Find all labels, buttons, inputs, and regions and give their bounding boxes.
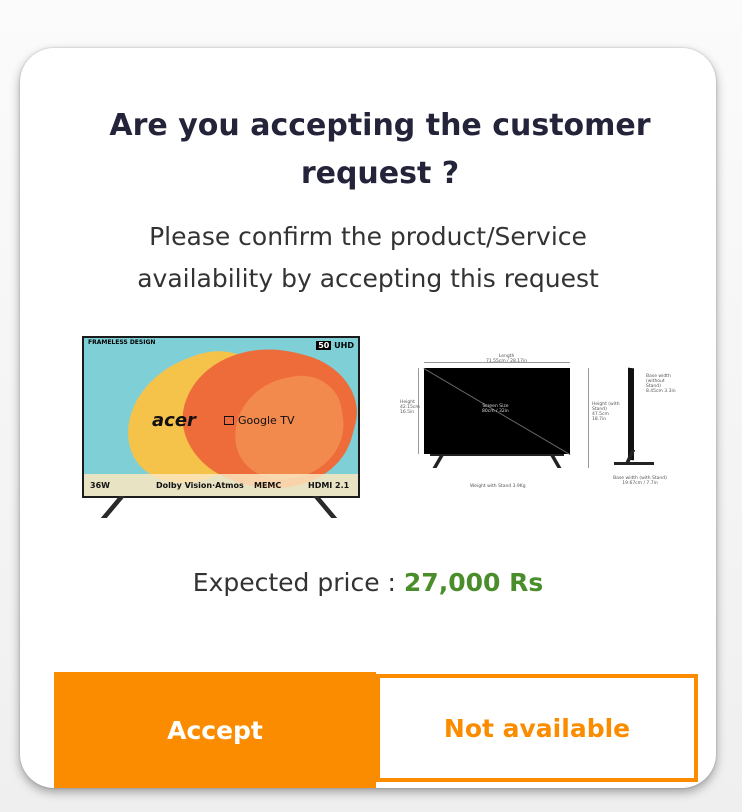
dimension-line xyxy=(424,362,570,363)
tv-side-stand xyxy=(614,462,654,465)
confirm-request-dialog: Are you accepting the customer request ?… xyxy=(20,48,716,788)
base-width-label: Base width (without Stand) 8.45cm 3.3in xyxy=(646,374,676,394)
tv-leg xyxy=(550,456,562,468)
tv-leg xyxy=(432,456,444,468)
feature-item: HDMI 2.1 xyxy=(308,481,350,490)
tv-base xyxy=(430,454,564,456)
feature-item: 36W xyxy=(90,481,110,490)
expected-price: Expected price : 27,000 Rs xyxy=(20,568,716,597)
height-with-stand-label: Height (with Stand) 47.5cm 18.7in xyxy=(592,402,620,422)
tv-stand-left xyxy=(100,496,126,518)
tv-icon xyxy=(224,416,234,425)
tv-side-silhouette xyxy=(628,367,634,461)
price-value: 27,000 Rs xyxy=(403,568,544,597)
dimension-line xyxy=(588,368,589,468)
accept-button[interactable]: Accept xyxy=(54,672,376,788)
product-image-dimensions: Length71.55cm / 28.17in Height42.15cm 16… xyxy=(400,354,680,494)
tv-stand-right xyxy=(312,496,338,518)
dialog-message: Please confirm the product/Service avail… xyxy=(137,222,599,293)
feature-item: Dolby Vision·Atmos xyxy=(156,481,244,490)
frameless-label: FRAMELESS DESIGN xyxy=(88,339,156,346)
height-label: Height 42.15cm 16.5in xyxy=(400,400,420,415)
dialog-title: Are you accepting the customer request ? xyxy=(109,108,651,191)
dimension-line xyxy=(418,368,419,454)
price-label: Expected price : xyxy=(192,568,404,597)
feature-bar: 36W Dolby Vision·Atmos MEMC HDMI 2.1 xyxy=(84,474,358,496)
screen-size-label: Screen Size 80cm / 32in xyxy=(482,404,509,414)
tv-screen: FRAMELESS DESIGN 50 UHD acer Google TV 3… xyxy=(82,336,360,498)
google-tv-logo: Google TV xyxy=(224,414,295,427)
product-image-front: FRAMELESS DESIGN 50 UHD acer Google TV 3… xyxy=(82,336,360,518)
feature-item: MEMC xyxy=(254,481,282,490)
uhd-badge: 50 UHD xyxy=(316,341,354,350)
weight-label: Weight with Stand 3.9Kg xyxy=(470,484,526,489)
brand-logo: acer xyxy=(152,410,196,431)
not-available-button[interactable]: Not available xyxy=(376,674,698,782)
base-width-stand-label: Base width (with Stand) 19.67cm / 7.7in xyxy=(613,476,667,486)
